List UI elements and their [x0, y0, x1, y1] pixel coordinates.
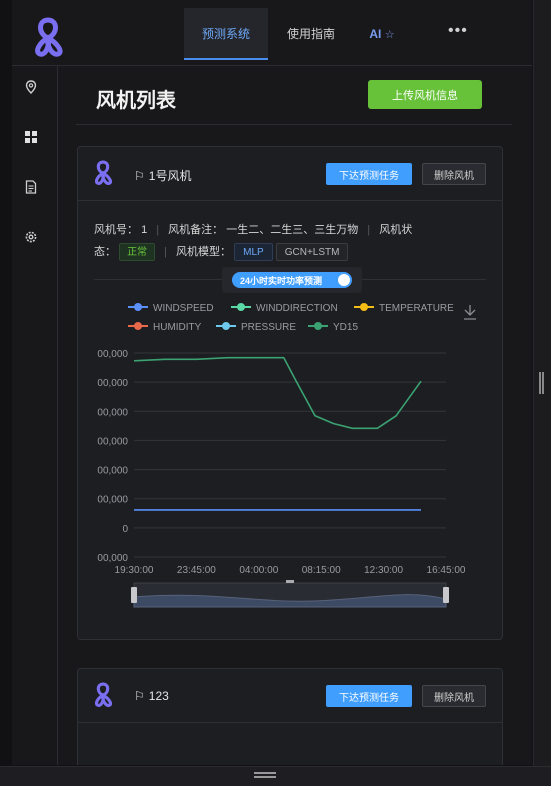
upload-turbine-button[interactable]: 上传风机信息 [368, 80, 482, 109]
more-menu-icon[interactable]: ••• [448, 22, 468, 40]
id-value: 1 [141, 224, 148, 236]
legend-label[interactable]: WINDSPEED [153, 303, 214, 314]
tab-prediction-system[interactable]: 预测系统 [184, 8, 268, 60]
separator: | [367, 224, 371, 236]
status-badge: 正常 [119, 243, 156, 261]
right-resize-grip-icon[interactable] [539, 372, 544, 394]
grid-icon[interactable] [24, 130, 38, 144]
flag-icon: ⚐ [134, 689, 145, 703]
status-label-b: 态： [94, 246, 116, 258]
delete-turbine-button[interactable]: 删除风机 [422, 163, 486, 185]
legend-label[interactable]: WINDDIRECTION [256, 303, 338, 314]
y-tick-label: 00,000 [97, 378, 128, 389]
y-tick-label: 0 [122, 524, 128, 535]
card-title-text: 1号风机 [148, 169, 192, 183]
status-label-a: 风机状 [379, 224, 413, 236]
y-tick-label: 00,000 [97, 553, 128, 564]
bottom-resize-grip-icon[interactable] [254, 772, 276, 778]
y-tick-label: 00,000 [97, 349, 128, 360]
star-icon: ☆ [384, 29, 395, 41]
realtime-switch-container: 24小时实时功率预测 [222, 267, 362, 293]
legend-marker [222, 322, 230, 330]
switch-label: 24小时实时功率预测 [240, 276, 323, 286]
y-tick-label: 00,000 [97, 466, 128, 477]
legend-label[interactable]: YD15 [333, 322, 358, 333]
x-tick-label: 19:30:00 [115, 565, 154, 576]
separator: | [156, 224, 160, 236]
header-divider [76, 124, 512, 125]
main-content: 风机列表 上传风机信息 ⚐ 1号风机 下达预测任务 删除风机 风机号： 1 | … [76, 66, 512, 765]
legend-label[interactable]: HUMIDITY [153, 322, 202, 333]
y-tick-label: 00,000 [97, 407, 128, 418]
card-title: ⚐ 1号风机 [134, 167, 191, 184]
zoom-slider-grip[interactable] [286, 580, 294, 583]
series-line-yd15 [133, 356, 422, 430]
turbine-card: ⚐ 1号风机 下达预测任务 删除风机 风机号： 1 | 风机备注： 一生二、二生三… [77, 146, 503, 640]
issue-prediction-task-button[interactable]: 下达预测任务 [326, 163, 412, 185]
delete-turbine-button[interactable]: 删除风机 [422, 685, 486, 707]
app-logo[interactable] [24, 14, 72, 58]
x-tick-label: 08:15:00 [302, 565, 341, 576]
tab-user-guide[interactable]: 使用指南 [276, 8, 346, 60]
flag-icon: ⚐ [134, 169, 145, 183]
note-label: 风机备注： [168, 224, 224, 236]
app: 预测系统 使用指南 AI ☆ ••• 风机列表 上传风机信息 ⚐ 1号风机 下达… [12, 0, 532, 765]
legend-marker [134, 303, 142, 311]
id-label: 风机号： [94, 224, 138, 236]
y-tick-label: 00,000 [97, 495, 128, 506]
legend-label[interactable]: TEMPERATURE [379, 303, 454, 314]
card-header: ⚐ 1号风机 下达预测任务 删除风机 [78, 147, 502, 201]
x-tick-label: 23:45:00 [177, 565, 216, 576]
model-tag-mlp[interactable]: MLP [234, 243, 273, 261]
x-tick-label: 04:00:00 [239, 565, 278, 576]
legend-marker [360, 303, 368, 311]
top-navbar: 预测系统 使用指南 AI ☆ ••• [12, 0, 532, 66]
x-tick-label: 12:30:00 [364, 565, 403, 576]
x-tick-label: 16:45:00 [427, 565, 466, 576]
zoom-handle-right[interactable] [443, 587, 449, 603]
issue-prediction-task-button[interactable]: 下达预测任务 [326, 685, 412, 707]
page-title: 风机列表 [96, 90, 176, 112]
legend-label[interactable]: PRESSURE [241, 322, 296, 333]
card-header: ⚐ 123 下达预测任务 删除风机 [78, 669, 502, 723]
location-icon[interactable] [24, 80, 38, 94]
turbine-logo [94, 160, 113, 185]
turbine-logo [94, 682, 113, 707]
separator: | [164, 246, 167, 258]
switch-knob [338, 274, 350, 286]
realtime-prediction-switch[interactable]: 24小时实时功率预测 [232, 272, 352, 288]
download-icon[interactable] [464, 305, 476, 320]
card-title: ⚐ 123 [134, 689, 169, 703]
model-label: 风机模型： [176, 246, 232, 258]
card-title-text: 123 [148, 689, 169, 703]
turbine-info: 风机号： 1 | 风机备注： 一生二、二生三、三生万物 | 风机状 态： 正常 … [94, 219, 494, 263]
legend-marker [314, 322, 322, 330]
tab-ai[interactable]: AI ☆ [360, 8, 404, 60]
model-tag-gcn-lstm[interactable]: GCN+LSTM [275, 243, 349, 261]
document-icon[interactable] [24, 180, 38, 194]
side-navigation [12, 66, 58, 765]
legend-marker [134, 322, 142, 330]
note-value: 一生二、二生三、三生万物 [226, 224, 359, 236]
tab-ai-label: AI [369, 27, 382, 41]
settings-icon[interactable] [24, 230, 38, 244]
y-tick-label: 00,000 [97, 436, 128, 447]
turbine-line-chart: WINDSPEED WINDDIRECTION TEMPERATURE HUMIDIT… [97, 303, 476, 608]
zoom-handle-left[interactable] [131, 587, 137, 603]
turbine-card: ⚐ 123 下达预测任务 删除风机 [77, 668, 503, 765]
legend-marker [237, 303, 245, 311]
